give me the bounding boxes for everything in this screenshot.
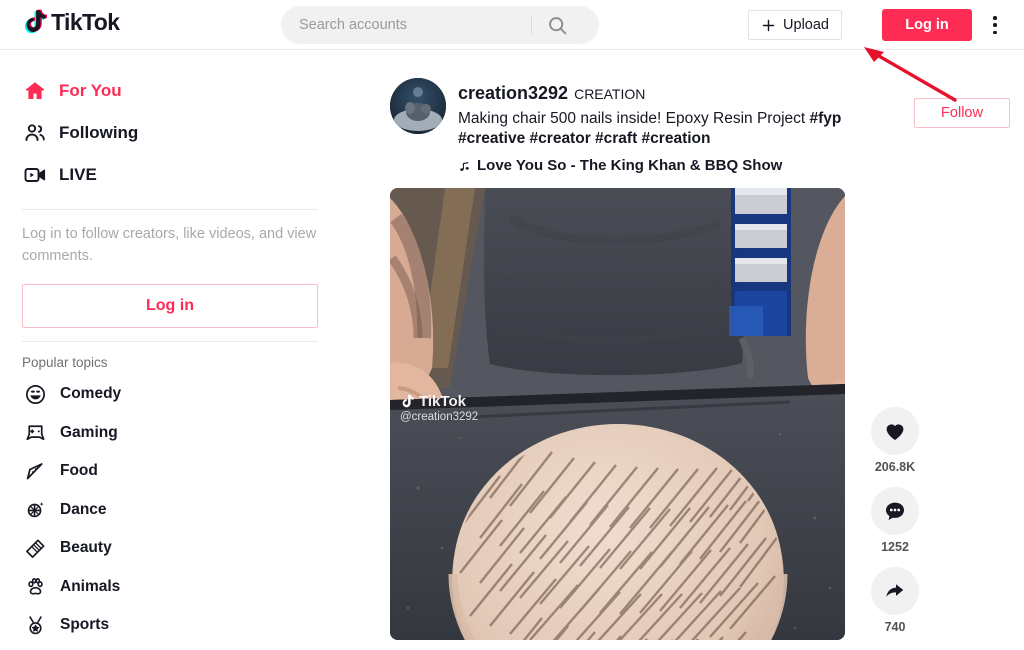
comment-button[interactable] (871, 487, 919, 535)
comment-icon (886, 502, 904, 520)
topic-label: Comedy (60, 385, 122, 403)
more-options-button[interactable] (984, 13, 1006, 37)
topic-item-comedy[interactable]: Comedy (22, 375, 318, 414)
post-meta: creation3292 CREATION Making chair 500 n… (458, 78, 863, 174)
smiley-icon (22, 381, 48, 407)
share-arrow-icon (886, 584, 904, 597)
topic-label: Gaming (60, 423, 118, 441)
search-icon (548, 16, 566, 34)
topic-item-beauty[interactable]: Beauty (22, 529, 318, 568)
author-line: creation3292 CREATION (458, 83, 863, 104)
medal-icon (22, 612, 48, 638)
topic-label: Food (60, 462, 98, 480)
tiktok-logo[interactable]: TikTok (22, 8, 120, 36)
sidebar-item-label: For You (59, 81, 122, 100)
video-row: TikTok @creation3292 206.8K 1252 740 (390, 188, 1024, 640)
login-prompt-text: Log in to follow creators, like videos, … (22, 226, 317, 264)
disco-ball-icon (22, 497, 48, 523)
caption-text: Making chair 500 nails inside! Epoxy Res… (458, 110, 810, 127)
post-header: creation3292 CREATION Making chair 500 n… (390, 78, 1024, 174)
topic-label: Beauty (60, 539, 112, 557)
plus-icon (762, 19, 775, 31)
like-action: 206.8K (871, 407, 919, 474)
search-button[interactable] (532, 7, 582, 43)
search-bar[interactable] (281, 6, 599, 44)
sidebar-item-for-you[interactable]: For You (22, 70, 318, 112)
author-username[interactable]: creation3292 (458, 83, 568, 104)
search-input[interactable] (281, 7, 531, 43)
music-title: Love You So - The King Khan & BBQ Show (477, 157, 783, 174)
sidebar-divider-2 (22, 341, 318, 342)
sidebar-item-following[interactable]: Following (22, 112, 318, 154)
topic-item-food[interactable]: Food (22, 452, 318, 491)
like-count: 206.8K (874, 460, 916, 474)
video-frame (390, 188, 845, 640)
left-sidebar: For You Following LIVE Log in to follow … (0, 50, 340, 650)
home-icon (22, 78, 48, 104)
comment-count: 1252 (881, 540, 909, 554)
people-icon (22, 120, 48, 146)
topic-item-dance[interactable]: Dance (22, 491, 318, 530)
more-dot (993, 23, 997, 27)
top-header: TikTok Upload Log in (0, 0, 1024, 50)
more-dot (993, 30, 997, 34)
upload-label: Upload (783, 17, 829, 33)
sidebar-login-button[interactable]: Log in (22, 284, 318, 328)
sidebar-item-label: LIVE (59, 165, 97, 184)
live-video-icon (22, 162, 48, 188)
music-note-icon (460, 161, 469, 171)
follow-button[interactable]: Follow (914, 98, 1010, 128)
upload-button[interactable]: Upload (748, 10, 842, 40)
video-actions: 206.8K 1252 740 (845, 188, 945, 640)
video-feed: creation3292 CREATION Making chair 500 n… (390, 78, 1024, 640)
caption-hashtags-line2[interactable]: #creator #craft #creation (530, 130, 711, 147)
paw-icon (22, 574, 48, 600)
video-player[interactable]: TikTok @creation3292 (390, 188, 845, 640)
topic-label: Animals (60, 577, 121, 595)
sidebar-divider-1 (22, 209, 318, 210)
gamepad-icon (22, 420, 48, 446)
more-vertical-icon (993, 16, 997, 20)
topic-item-animals[interactable]: Animals (22, 568, 318, 607)
author-nickname: CREATION (574, 86, 646, 102)
topic-item-gaming[interactable]: Gaming (22, 414, 318, 453)
topic-label: Dance (60, 500, 107, 518)
share-button[interactable] (871, 567, 919, 615)
post-caption: Making chair 500 nails inside! Epoxy Res… (458, 109, 863, 149)
header-login-button[interactable]: Log in (882, 9, 972, 41)
topic-item-sports[interactable]: Sports (22, 606, 318, 645)
popular-topics-title: Popular topics (22, 355, 108, 370)
share-action: 740 (871, 567, 919, 634)
sidebar-item-label: Following (59, 123, 139, 142)
brush-icon (22, 535, 48, 561)
avatar-image (390, 78, 446, 134)
tiktok-note-icon (25, 9, 47, 34)
topic-label: Sports (60, 616, 110, 634)
music-row[interactable]: Love You So - The King Khan & BBQ Show (458, 157, 863, 174)
comment-action: 1252 (871, 487, 919, 554)
like-button[interactable] (871, 407, 919, 455)
heart-icon (886, 424, 904, 440)
logo-wordmark: TikTok (51, 9, 120, 35)
avatar[interactable] (390, 78, 446, 134)
sidebar-item-live[interactable]: LIVE (22, 154, 318, 196)
pizza-icon (22, 458, 48, 484)
share-count: 740 (884, 620, 906, 634)
